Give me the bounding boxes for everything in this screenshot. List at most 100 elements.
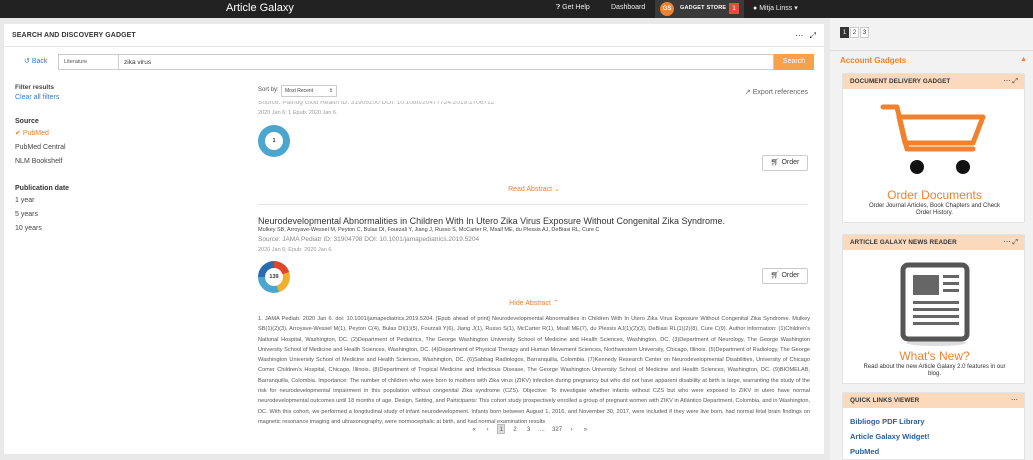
result-dates: 2020 Jan 6; 1 Epub: 2020 Jan 6. (258, 110, 338, 116)
search-button[interactable]: Search (774, 54, 814, 70)
get-help-link[interactable]: ❓︎ Get Help (556, 4, 590, 12)
sort-select[interactable]: Most Recent ⇕ (281, 85, 337, 97)
filter-label: PubMed (22, 130, 49, 137)
read-abstract-link[interactable]: Read Abstract ⌄ (254, 185, 814, 193)
whats-new-heading[interactable]: What's New? (843, 349, 1026, 363)
gadget-store-logo-icon: GS (660, 2, 674, 16)
results-list: Sort by: Most Recent ⇕ ↗ Export referenc… (254, 84, 814, 449)
app-brand[interactable]: Article Galaxy (226, 2, 294, 14)
export-icon: ↗ (744, 89, 751, 96)
account-gadgets-heading[interactable]: Account Gadgets (840, 56, 906, 65)
whats-new-text: Read about the new Article Galaxy 2.0 fe… (863, 364, 1006, 377)
dashboard-link[interactable]: Dashboard (611, 4, 645, 11)
filter-results-label: Filter results (15, 84, 55, 91)
search-input[interactable] (118, 54, 774, 70)
get-help-label: Get Help (562, 4, 590, 11)
more-options-icon[interactable]: ⋯ (1003, 78, 1010, 85)
check-icon: ✔ (15, 130, 21, 137)
tab-1[interactable]: 1 (840, 27, 849, 38)
page-3-button[interactable]: 3 (525, 425, 533, 435)
altmetric-donut[interactable]: 1 (258, 125, 290, 157)
result-title[interactable]: Neurodevelopmental Abnormalities in Chil… (258, 216, 725, 226)
gadget-store-button[interactable]: GS GADGET STORE 1 (655, 0, 744, 18)
quick-link-widget[interactable]: Article Galaxy Widget! (850, 432, 930, 441)
page-1-button[interactable]: 1 (497, 424, 506, 434)
order-documents-heading[interactable]: Order Documents (843, 188, 1026, 202)
abstract-text: 1. JAMA Pediatr. 2020 Jan 6. doi: 10.100… (258, 316, 810, 425)
back-arrow-icon: ↺ (24, 58, 30, 65)
filter-date-1y[interactable]: 1 year (15, 194, 115, 208)
page-last-number-button[interactable]: 327 (552, 425, 562, 435)
header-divider (4, 46, 824, 47)
order-label: Order (781, 272, 800, 279)
more-options-icon[interactable]: ⋯ (1011, 397, 1018, 404)
pagination-ellipsis: ... (539, 427, 545, 433)
gadget-header: ARTICLE GALAXY NEWS READER ⋯ ⤢ (843, 235, 1024, 250)
newspaper-icon (900, 262, 970, 346)
expand-icon[interactable]: ⤢ (810, 31, 816, 40)
search-type-select[interactable]: Literature (58, 54, 118, 70)
page-2-button[interactable]: 2 (511, 425, 519, 435)
news-reader-gadget: ARTICLE GALAXY NEWS READER ⋯ ⤢ What's Ne… (842, 234, 1025, 384)
filter-date-5y[interactable]: 5 years (15, 208, 115, 222)
filter-source-pubmed[interactable]: ✔ PubMed (15, 127, 115, 141)
gadget-header: DOCUMENT DELIVERY GADGET ⋯ ⤢ (843, 74, 1024, 89)
expand-icon[interactable]: ⤢ (1012, 239, 1018, 246)
publication-date-heading: Publication date (15, 185, 70, 192)
chevron-down-icon: ⌄ (554, 186, 560, 193)
search-discovery-gadget: SEARCH AND DISCOVERY GADGET ⋯ ⤢ ↺ Back L… (4, 24, 824, 454)
tab-2[interactable]: 2 (850, 27, 859, 38)
back-button[interactable]: ↺ Back (24, 57, 47, 65)
sort-label: Sort by: (258, 87, 279, 93)
gadget-title: QUICK LINKS VIEWER (850, 397, 920, 404)
hide-abstract-label: Hide Abstract (509, 300, 551, 307)
prev-page-button[interactable]: ‹ (484, 425, 492, 435)
sidebar-divider (830, 50, 1033, 51)
order-label: Order (781, 159, 800, 166)
result-dates: 2020 Jan 6; Epub: 2020 Jan 6. (258, 247, 333, 253)
cart-icon: 🛒︎ (770, 159, 780, 166)
dashboard-tabs: 123 (840, 27, 870, 38)
filter-source-nlm[interactable]: NLM Bookshelf (15, 155, 115, 169)
hide-abstract-link[interactable]: Hide Abstract ⌃ (254, 299, 814, 307)
filters-panel: Filter results Clear all filters Source … (15, 84, 115, 236)
quick-link-pubmed[interactable]: PubMed (850, 447, 879, 456)
gadget-title: DOCUMENT DELIVERY GADGET (850, 78, 951, 85)
altmetric-donut[interactable]: 139 (258, 261, 290, 293)
gadget-title: SEARCH AND DISCOVERY GADGET (12, 32, 136, 39)
filter-source-pmc[interactable]: PubMed Central (15, 141, 115, 155)
filter-date-10y[interactable]: 10 years (15, 222, 115, 236)
document-delivery-gadget: DOCUMENT DELIVERY GADGET ⋯ ⤢ Order Docum… (842, 73, 1025, 223)
gadget-store-label: GADGET STORE (680, 5, 727, 11)
result-source: Source: Pathog Glob Health ID: 31905100 … (258, 101, 495, 106)
source-heading: Source (15, 118, 39, 125)
altmetric-score: 139 (265, 268, 283, 286)
next-page-button[interactable]: › (568, 425, 576, 435)
user-menu[interactable]: ● Mitja Linss ▾ (753, 4, 798, 12)
first-page-button[interactable]: « (470, 425, 478, 435)
order-button[interactable]: 🛒︎ Order (762, 155, 808, 171)
more-options-icon[interactable]: ⋯ (1003, 239, 1010, 246)
collapse-up-icon[interactable]: ▲ (1020, 56, 1027, 63)
top-navbar: Article Galaxy ❓︎ Get Help Dashboard GS … (0, 0, 1033, 18)
clear-filters-link[interactable]: Clear all filters (15, 94, 115, 101)
tab-3[interactable]: 3 (860, 27, 869, 38)
quick-link-bibliogo[interactable]: Bibliogo PDF Library (850, 417, 925, 426)
order-button[interactable]: 🛒︎ Order (762, 268, 808, 284)
pagination: « ‹ 1 2 3 ... 327 › » (470, 424, 593, 434)
altmetric-score: 1 (265, 132, 283, 150)
more-options-icon[interactable]: ⋯ (795, 31, 803, 40)
user-icon: ● (753, 5, 758, 12)
help-icon: ❓︎ (556, 4, 561, 11)
result-authors: Mulkey SB, Arroyave-Wessel M, Peyton C, … (258, 227, 600, 233)
shopping-cart-icon (880, 104, 986, 174)
user-name: Mitja Linss (759, 5, 793, 12)
last-page-button[interactable]: » (581, 425, 589, 435)
cart-icon: 🛒︎ (770, 272, 780, 279)
export-references-button[interactable]: ↗ Export references (745, 88, 808, 96)
gadget-sidebar: 123 Account Gadgets ▲ DOCUMENT DELIVERY … (830, 18, 1033, 460)
export-label: Export references (752, 89, 808, 96)
chevron-up-icon: ⌃ (552, 300, 559, 307)
expand-icon[interactable]: ⤢ (1012, 78, 1018, 85)
back-label: Back (31, 58, 48, 65)
